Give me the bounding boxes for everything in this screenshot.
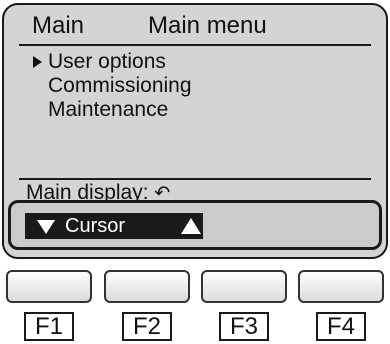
triangle-down-icon (37, 220, 55, 234)
menu-item-label: Commissioning (48, 74, 192, 97)
cursor-bar: Cursor (8, 200, 382, 250)
menu-item-user-options[interactable]: User options (31, 50, 192, 74)
f2-label: F2 (122, 312, 172, 341)
lcd-screen: Main Main menu User options Commissionin… (2, 3, 388, 259)
f3-button[interactable] (201, 270, 287, 303)
menu-item-label: User options (48, 50, 166, 73)
screen-subtitle: Main menu (148, 12, 267, 39)
f1-button[interactable] (6, 270, 92, 303)
header-divider (19, 44, 371, 46)
f2-button[interactable] (104, 270, 190, 303)
footer-divider (19, 178, 371, 180)
f4-button[interactable] (298, 270, 384, 303)
menu-item-commissioning[interactable]: Commissioning (31, 74, 192, 98)
menu-item-maintenance[interactable]: Maintenance (31, 98, 192, 122)
cursor-label: Cursor (65, 215, 126, 237)
triangle-up-icon (181, 218, 201, 234)
cursor-indicator: Cursor (25, 213, 203, 239)
screen-title: Main (32, 12, 85, 39)
f1-label: F1 (24, 312, 74, 341)
selection-pointer-icon (33, 56, 42, 68)
main-menu-list: User options Commissioning Maintenance (31, 50, 192, 122)
f3-label: F3 (219, 312, 269, 341)
f4-label: F4 (316, 312, 366, 341)
menu-item-label: Maintenance (48, 98, 169, 121)
